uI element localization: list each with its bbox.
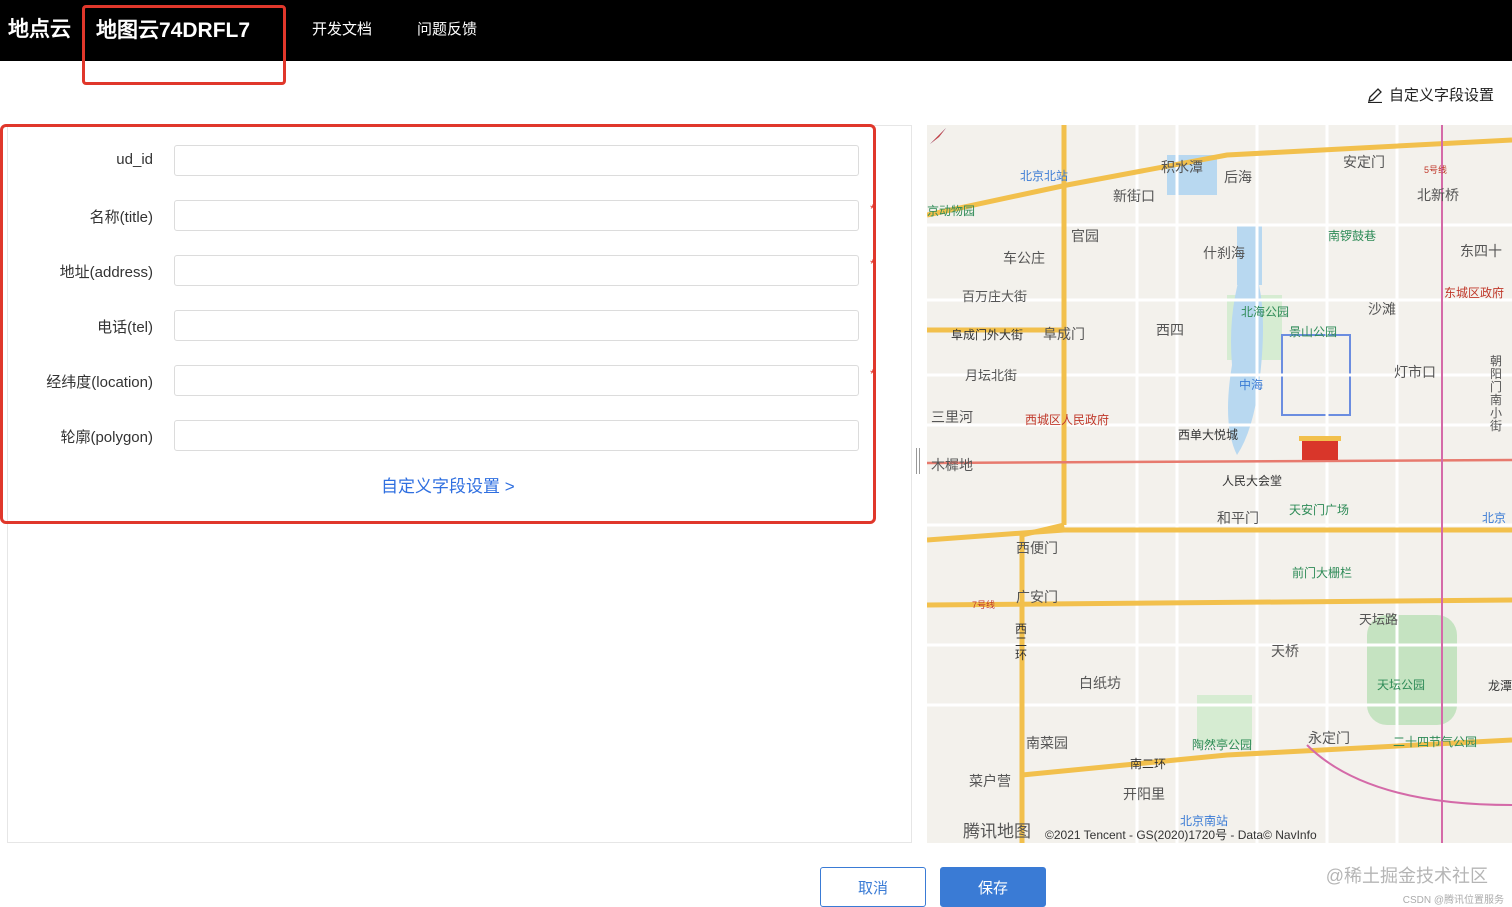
save-button[interactable]: 保存	[940, 867, 1046, 907]
map-label: 灯市口	[1394, 364, 1436, 380]
map-label: 西便门	[1016, 540, 1058, 556]
map-label: 百万庄大街	[962, 289, 1028, 304]
map-label: 陶然亭公园	[1192, 738, 1253, 752]
map-label: 龙潭	[1488, 679, 1512, 693]
map-label: 沙滩	[1368, 301, 1396, 317]
map-label: 前门大栅栏	[1292, 566, 1353, 580]
map-label: 永定门	[1308, 730, 1350, 746]
map-label: 西城区人民政府	[1025, 413, 1110, 427]
map-label: 二十四节气公园	[1393, 735, 1478, 749]
map-provider-logo: 腾讯地图	[963, 822, 1031, 841]
map-label: 北京	[1482, 511, 1507, 525]
map-label: 广安门	[1016, 589, 1058, 605]
map-label: 北新桥	[1417, 187, 1459, 203]
map-label: 南菜园	[1026, 735, 1068, 751]
map-label: 南锣鼓巷	[1328, 229, 1377, 243]
map-label: 朝阳门南小街	[1490, 354, 1503, 433]
watermark-sub: CSDN @腾讯位置服务	[1402, 895, 1504, 906]
map-label: 开阳里	[1123, 786, 1165, 802]
map-label: 白纸坊	[1079, 675, 1121, 691]
map-label: 京动物园	[927, 204, 976, 218]
compass-icon	[930, 128, 946, 144]
map-label: 北海公园	[1241, 305, 1290, 319]
map-label: 人民大会堂	[1222, 474, 1283, 488]
map-copyright: ©2021 Tencent - GS(2020)1720号 - Data© Na…	[1045, 828, 1317, 842]
highlight-box-map-name	[82, 5, 286, 85]
nav-docs-link[interactable]: 开发文档	[312, 18, 372, 39]
map-label: 和平门	[1217, 510, 1259, 526]
map-label: 天桥	[1271, 643, 1299, 659]
map-label: 官园	[1071, 228, 1099, 244]
pencil-icon	[1367, 87, 1382, 103]
map-label: 月坛北街	[965, 368, 1018, 383]
map-label: 积水潭	[1161, 159, 1203, 175]
map-label: 什刹海	[1203, 245, 1245, 261]
map-label: 5号线	[1424, 165, 1448, 175]
map-label: 东城区政府	[1444, 286, 1505, 300]
map-label: 阜成门	[1043, 326, 1085, 342]
map-label: 菜户营	[969, 773, 1011, 789]
map-label: 景山公园	[1289, 325, 1338, 339]
map-label: 北京北站	[1020, 169, 1069, 183]
nav-feedback-link[interactable]: 问题反馈	[417, 18, 477, 39]
panel-splitter-handle[interactable]	[915, 448, 921, 474]
map-label: 7号线	[972, 600, 996, 610]
highlight-box-form	[0, 124, 876, 524]
map-label: 车公庄	[1003, 250, 1045, 266]
map-label: 西四	[1156, 322, 1184, 338]
brand-logo[interactable]: 地点云	[8, 13, 71, 43]
map-label: 阜成门外大街	[951, 328, 1024, 342]
cancel-button[interactable]: 取消	[820, 867, 926, 907]
watermark: @稀土掘金技术社区	[1325, 866, 1488, 886]
custom-field-settings-button[interactable]: 自定义字段设置	[1367, 84, 1494, 105]
custom-field-settings-label: 自定义字段设置	[1388, 87, 1494, 104]
map-label: 天安门广场	[1289, 503, 1350, 517]
map-label: 南二环	[1130, 757, 1167, 771]
map-label: 西单大悦城	[1178, 428, 1239, 442]
map-view[interactable]: 北京北站 积水潭 后海 安定门 新街口 北新桥 京动物园 官园 南锣鼓巷 车公庄…	[927, 125, 1512, 843]
map-label: 中海	[1239, 378, 1264, 392]
map-label: 新街口	[1113, 188, 1155, 204]
map-label: 后海	[1224, 169, 1252, 185]
map-label: 天坛公园	[1377, 678, 1426, 692]
map-label: 西二环	[1015, 622, 1028, 662]
map-label: 天坛路	[1359, 612, 1399, 627]
map-label: 安定门	[1343, 154, 1385, 170]
map-label: 木樨地	[931, 457, 973, 473]
map-label: 东四十	[1460, 243, 1502, 259]
map-label: 三里河	[931, 409, 973, 425]
